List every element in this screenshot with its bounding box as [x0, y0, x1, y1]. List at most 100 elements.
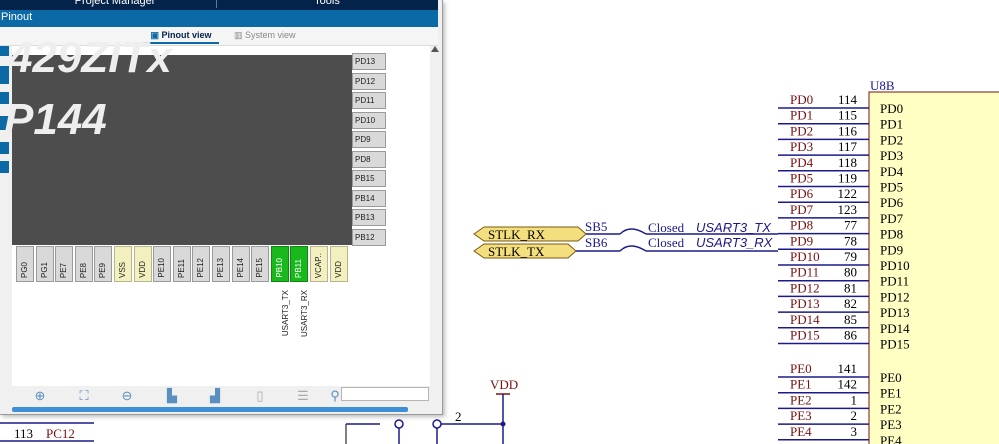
pinout-window: Project Manager Tools Pinout ▣ Pinout vi… — [0, 0, 443, 415]
pin-number: 79 — [844, 249, 857, 264]
pin-number: 77 — [844, 218, 858, 233]
net-label: PD13 — [790, 296, 820, 311]
pin-number: 115 — [838, 108, 857, 123]
pin-name: PD10 — [880, 258, 910, 273]
tab-system-view[interactable]: ▥ System view — [234, 30, 296, 41]
pin-name: PD9 — [880, 242, 903, 257]
pin-pb14[interactable]: PB14 — [352, 189, 386, 207]
pin-pg1[interactable]: PG1 — [35, 246, 54, 282]
pin-pe8[interactable]: PE8 — [74, 246, 93, 282]
pin-pg0[interactable]: PG0 — [16, 246, 34, 282]
net-label: PD11 — [790, 265, 819, 280]
sb5-bridge-symbol — [619, 228, 647, 235]
pin-pe10[interactable]: PE10 — [153, 246, 172, 282]
net-label: PD14 — [790, 312, 820, 327]
bottom-left-net: PC12 — [46, 426, 75, 441]
pin-search-input[interactable] — [341, 387, 429, 401]
pin-pd9[interactable]: PD9 — [352, 131, 386, 148]
pin-label: VDD — [137, 261, 147, 278]
pin-pd8[interactable]: PD8 — [352, 150, 386, 168]
pin-vdd[interactable]: VDD — [329, 246, 348, 282]
pin-name: PD5 — [880, 180, 903, 195]
pin-name: PE2 — [880, 401, 902, 416]
tools-menu[interactable]: Tools — [216, 0, 437, 8]
pin-number: 117 — [838, 139, 858, 154]
export-image-icon[interactable]: ▙ — [164, 388, 180, 404]
pin-label: PG0 — [20, 261, 29, 278]
pin-pd10[interactable]: PD10 — [352, 111, 386, 129]
pin-vcap[interactable]: VCAP.. — [310, 246, 328, 282]
part-reference: U8B — [870, 78, 895, 93]
pin-number: 85 — [844, 312, 857, 327]
tab-system-label: System view — [245, 30, 296, 40]
stlk-rx-port[interactable]: STLK_RX — [473, 226, 587, 242]
pin-name: PE3 — [880, 417, 902, 432]
vdd-power-label: VDD — [490, 377, 518, 392]
pin-number: 116 — [838, 123, 858, 138]
pin-pe7[interactable]: PE7 — [55, 246, 74, 282]
pin-name: PD4 — [880, 164, 904, 179]
pin-pb10[interactable]: PB10 — [270, 246, 289, 282]
net-label: PE2 — [790, 392, 812, 407]
split-view-icon[interactable]: ▯ — [252, 388, 268, 404]
net-label: PD15 — [790, 328, 820, 343]
pin-label: PB11 — [294, 259, 304, 278]
zoom-in-icon[interactable]: ⊕ — [32, 388, 48, 404]
net-label: PD6 — [790, 186, 814, 201]
right-scroll-track[interactable] — [430, 46, 439, 386]
pin-label: PB10 — [274, 258, 284, 278]
pin-pb12[interactable]: PB12 — [352, 228, 386, 246]
sb5-state: Closed — [648, 220, 685, 235]
pin-name: PD0 — [880, 101, 903, 116]
svg-text:STLK_RX: STLK_RX — [488, 227, 546, 242]
pin-number: 3 — [851, 424, 858, 439]
stlk-tx-port[interactable]: STLK_TX — [473, 243, 577, 259]
pin-pb13[interactable]: PB13 — [352, 209, 386, 226]
pin-pe11[interactable]: PE11 — [172, 246, 191, 282]
pin-pe12[interactable]: PE12 — [192, 246, 211, 282]
zoom-out-icon[interactable]: ⊖ — [119, 388, 135, 404]
net-label: PD3 — [790, 139, 813, 154]
top-menu-bar: Project Manager Tools — [0, 0, 438, 10]
mcu-chip-body: 429ZITx P144 — [4, 33, 352, 245]
net-label: PD12 — [790, 280, 820, 295]
pin-number: 141 — [838, 361, 858, 376]
sb6-label: SB6 — [585, 235, 608, 250]
bottom-left-pin-number: 113 — [14, 426, 33, 441]
pin-pe15[interactable]: PE15 — [251, 246, 270, 282]
pin-vss[interactable]: VSS — [114, 246, 132, 282]
sb6-bridge-symbol — [619, 245, 647, 252]
pin-name: PE1 — [880, 386, 902, 401]
pin-pd13[interactable]: PD13 — [352, 53, 386, 70]
pin-pb15[interactable]: PB15 — [352, 170, 386, 187]
net-label: PD10 — [790, 249, 820, 264]
pin-label: PE13 — [216, 258, 225, 278]
pin-pb11[interactable]: PB11 — [290, 246, 309, 282]
pin-name: PD13 — [880, 305, 910, 320]
pin-name: PD11 — [880, 274, 909, 289]
horizontal-scrollbar[interactable] — [12, 407, 408, 412]
pin-pd11[interactable]: PD11 — [352, 92, 386, 109]
project-manager-menu[interactable]: Project Manager — [20, 0, 210, 8]
pd-pin-group: PD0 114PD0PD1 115PD1PD2 116PD2PD3 117PD3PD4 1… — [778, 92, 910, 352]
pin-number: 80 — [844, 265, 857, 280]
pin-name: PD12 — [880, 289, 910, 304]
layout-list-icon[interactable]: ☰ — [295, 388, 311, 404]
net-label: PD2 — [790, 123, 813, 138]
fit-screen-icon[interactable]: ⛶ — [76, 388, 92, 404]
pin-pe14[interactable]: PE14 — [231, 246, 250, 282]
pin-label: PE10 — [157, 258, 167, 278]
pin-pe13[interactable]: PE13 — [212, 246, 230, 282]
net-label: PD9 — [790, 233, 813, 248]
pin-number: 1 — [851, 392, 858, 407]
pin-vdd[interactable]: VDD — [133, 246, 152, 282]
scroll-up-arrow-icon[interactable] — [431, 46, 439, 52]
pin-pd12[interactable]: PD12 — [352, 72, 386, 90]
rotate-view-icon[interactable]: ▟ — [207, 388, 223, 404]
net-label: PE1 — [790, 377, 812, 392]
pin-number: 122 — [838, 186, 858, 201]
pb10-signal-label: USART3_TX — [281, 290, 290, 337]
pin-label: PE8 — [78, 262, 88, 278]
left-panel-tile[interactable] — [0, 161, 9, 173]
pin-pe9[interactable]: PE9 — [94, 246, 113, 282]
